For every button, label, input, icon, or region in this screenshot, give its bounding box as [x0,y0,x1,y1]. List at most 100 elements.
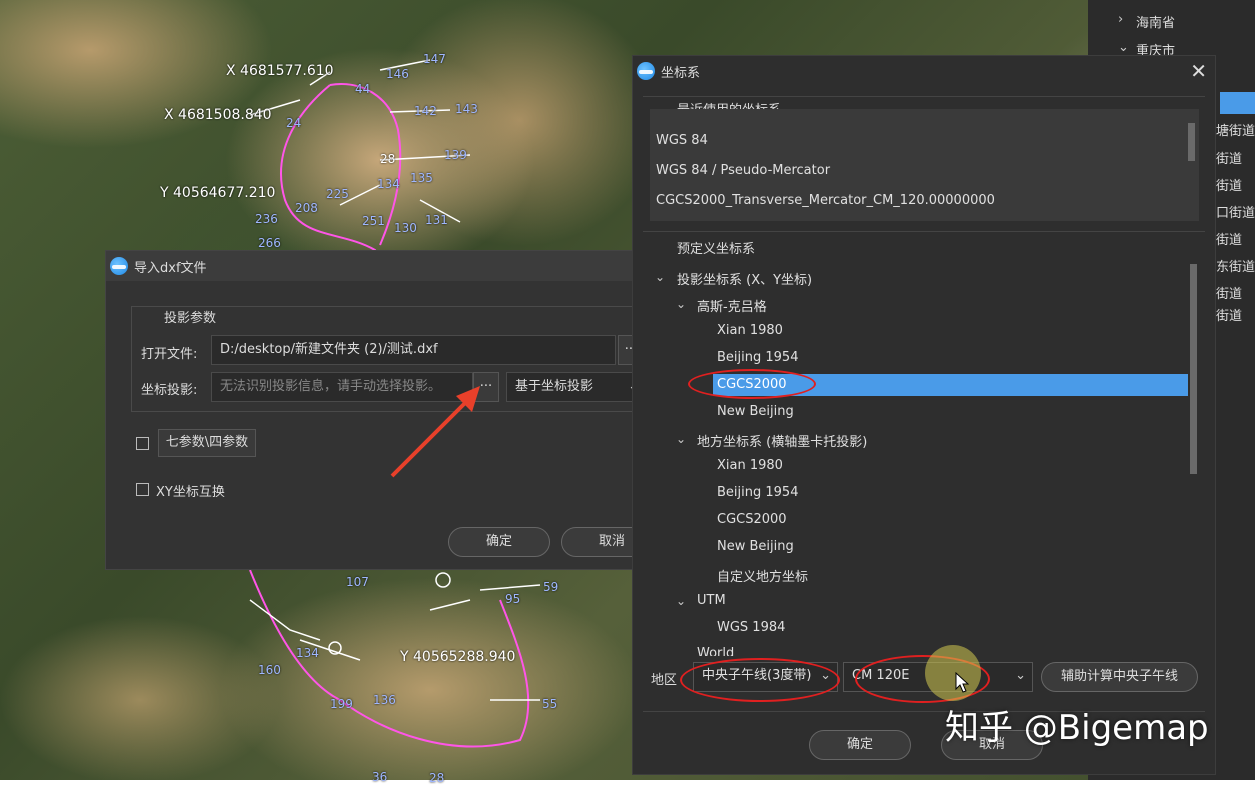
scrollbar-thumb[interactable] [1190,264,1197,474]
map-number: 59 [543,580,559,594]
map-number: 136 [373,693,396,707]
map-number: 135 [410,171,433,185]
map-number: 131 [425,213,448,227]
tree-leaf[interactable]: New Beijing [717,404,794,419]
tree-item-label[interactable]: 塘街道 [1216,120,1255,139]
tree-leaf[interactable]: CGCS2000 [717,512,787,527]
map-number: 24 [286,116,302,130]
projection-input[interactable]: 无法识别投影信息，请手动选择投影。 [211,372,473,402]
tree-node-local[interactable]: 地方坐标系 (横轴墨卡托投影) [697,431,867,450]
seven-params-checkbox[interactable] [136,437,149,450]
map-number: 160 [258,663,281,677]
map-number: 107 [346,575,369,589]
chevron-down-icon[interactable]: ⌄ [676,297,686,311]
map-number: 236 [255,212,278,226]
watermark: 知乎 @Bigemap [945,708,1209,748]
map-number: 199 [330,697,353,711]
chevron-right-icon[interactable]: › [1118,12,1123,27]
tree-node-projected[interactable]: 投影坐标系 (X、Y坐标) [677,269,812,288]
map-number: 28 [380,152,396,166]
xy-swap-checkbox[interactable] [136,483,149,496]
tree-node-gauss-kruger[interactable]: 高斯-克吕格 [697,296,767,315]
map-coord-label: X 4681577.610 [226,63,334,79]
tree-item-label[interactable]: 街道 [1216,175,1242,194]
ok-button[interactable]: 确定 [809,730,911,760]
app-logo-icon [110,257,128,275]
map-number: 139 [444,148,467,162]
tree-node-world[interactable]: World [697,646,734,656]
recent-item[interactable]: CGCS2000_Transverse_Mercator_CM_120.0000… [656,193,995,208]
recent-item[interactable]: WGS 84 [656,133,708,148]
ok-button[interactable]: 确定 [448,527,550,557]
mouse-cursor-icon [955,672,970,693]
tree-item-label[interactable]: 街道 [1216,305,1242,324]
tree-item-label[interactable]: 口街道 [1216,202,1255,221]
scrollbar-thumb[interactable] [1188,123,1195,161]
close-icon[interactable]: ✕ [1190,59,1207,83]
map-number: 36 [372,770,388,784]
region-label: 地区 [651,673,678,688]
map-number: 147 [423,52,446,66]
tree-item-label[interactable]: 东街道 [1216,256,1255,275]
map-number: 225 [326,187,349,201]
tree-item-hainan[interactable]: › 海南省 [1118,12,1176,31]
divider [643,96,1205,97]
map-number: 55 [542,697,558,711]
map-coord-label: X 4681508.840 [164,107,272,123]
divider [643,231,1205,232]
chevron-down-icon[interactable]: ⌄ [676,594,686,608]
seven-params-button[interactable]: 七参数\四参数 [158,429,256,457]
calc-meridian-button[interactable]: 辅助计算中央子午线 [1041,662,1198,692]
cursor-highlight [925,645,981,701]
open-file-label: 打开文件: [141,347,198,362]
app-logo-icon [637,62,655,80]
dialog-titlebar[interactable]: 坐标系 ✕ [633,56,1215,86]
dialog-title: 坐标系 [661,65,701,81]
map-number: 134 [377,177,400,191]
map-number: 134 [296,646,319,660]
highlight-ellipse [680,658,840,702]
map-number: 143 [455,102,478,116]
dialog-title: 导入dxf文件 [134,260,207,276]
open-file-path-input[interactable]: D:/desktop/新建文件夹 (2)/测试.dxf [211,335,616,365]
xy-swap-label: XY坐标互换 [156,485,225,500]
projection-mode-select[interactable]: 基于坐标投影 ⌄ [506,372,644,402]
map-number: 95 [505,592,521,606]
map-number: 28 [429,771,445,785]
tree-item-label[interactable]: 街道 [1216,148,1242,167]
tree-leaf[interactable]: New Beijing [717,539,794,554]
tree-leaf[interactable]: Xian 1980 [717,323,783,338]
map-number: 44 [355,82,371,96]
tree-leaf[interactable]: Xian 1980 [717,458,783,473]
tree-item-label: 海南省 [1136,16,1176,31]
chevron-down-icon[interactable]: ⌄ [1118,40,1129,55]
highlight-ellipse [688,369,816,399]
tree-selected-row[interactable] [1220,92,1255,114]
chevron-down-icon[interactable]: ⌄ [676,432,686,446]
group-title: 投影参数 [164,311,217,326]
map-number: 208 [295,201,318,215]
select-value: 基于坐标投影 [515,379,594,394]
predefined-section-title: 预定义坐标系 [677,242,756,257]
tree-item-label[interactable]: 街道 [1216,229,1242,248]
chevron-down-icon[interactable]: ⌄ [655,270,665,284]
recent-item[interactable]: WGS 84 / Pseudo-Mercator [656,163,830,178]
map-number: 142 [414,104,437,118]
tree-leaf[interactable]: WGS 1984 [717,620,785,635]
tree-leaf[interactable]: 自定义地方坐标 [717,566,808,585]
import-dxf-dialog: 导入dxf文件 投影参数 打开文件: D:/desktop/新建文件夹 (2)/… [105,250,663,570]
tree-item-label[interactable]: 街道 [1216,283,1242,302]
map-number: 266 [258,236,281,250]
map-number: 251 [362,214,385,228]
projection-label: 坐标投影: [141,383,198,398]
dialog-titlebar[interactable]: 导入dxf文件 [106,251,649,281]
recent-coord-list[interactable]: WGS 84 WGS 84 / Pseudo-Mercator CGCS2000… [650,109,1199,221]
tree-leaf[interactable]: Beijing 1954 [717,350,798,365]
map-number: 130 [394,221,417,235]
tree-node-utm[interactable]: UTM [697,593,726,608]
select-projection-button[interactable]: ··· [473,372,499,402]
map-coord-label: Y 40564677.210 [160,185,276,201]
tree-leaf[interactable]: Beijing 1954 [717,485,798,500]
map-coord-label: Y 40565288.940 [400,649,516,665]
chevron-down-icon: ⌄ [1015,668,1026,683]
